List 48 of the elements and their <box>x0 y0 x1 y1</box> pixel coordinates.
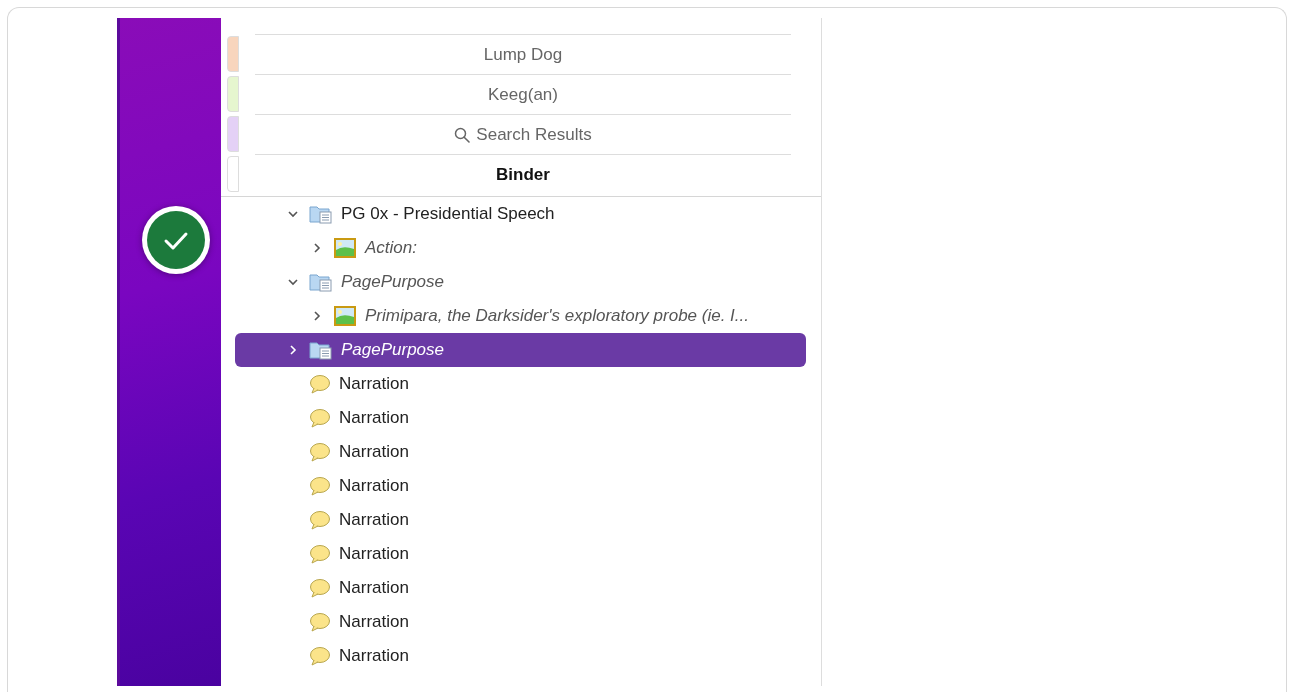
binder-item[interactable]: Narration <box>235 571 806 605</box>
check-badge-icon <box>140 204 212 276</box>
speech-bubble-icon <box>309 408 331 428</box>
speech-bubble-icon <box>309 476 331 496</box>
item-title: Narration <box>339 408 409 428</box>
binder-item[interactable]: PG 0x - Presidential Speech <box>235 197 806 231</box>
item-title: Narration <box>339 646 409 666</box>
item-title: Narration <box>339 510 409 530</box>
speech-bubble-icon <box>309 646 331 666</box>
item-title: Narration <box>339 578 409 598</box>
item-title: PG 0x - Presidential Speech <box>341 204 555 224</box>
folder-icon <box>309 204 333 224</box>
speech-bubble-icon <box>309 612 331 632</box>
color-tab[interactable] <box>227 36 239 72</box>
binder-item[interactable]: Primipara, the Darksider's exploratory probe (ie. I... <box>235 299 806 333</box>
speech-bubble-icon <box>309 544 331 564</box>
speech-bubble-icon <box>309 510 331 530</box>
item-title: Narration <box>339 612 409 632</box>
binder-item[interactable]: Narration <box>235 469 806 503</box>
color-tab[interactable] <box>227 156 239 192</box>
search-icon <box>454 126 471 143</box>
folder-icon <box>309 340 333 360</box>
speech-bubble-icon <box>309 374 331 394</box>
binder-item[interactable]: PagePurpose <box>235 333 806 367</box>
item-title: PagePurpose <box>341 272 445 292</box>
item-title: PagePurpose <box>341 340 445 360</box>
picture-icon <box>333 237 357 259</box>
binder-item[interactable]: Narration <box>235 639 806 673</box>
item-title: Primipara, the Darksider's exploratory probe (ie. I... <box>365 306 749 326</box>
binder-item[interactable]: Narration <box>235 401 806 435</box>
picture-icon <box>333 305 357 327</box>
color-tab[interactable] <box>227 76 239 112</box>
binder-item[interactable]: Narration <box>235 503 806 537</box>
item-title: Narration <box>339 476 409 496</box>
item-title: Action: <box>365 238 417 258</box>
folder-icon <box>309 272 333 292</box>
speech-bubble-icon <box>309 442 331 462</box>
binder-item[interactable]: Narration <box>235 367 806 401</box>
binder-item[interactable]: Narration <box>235 435 806 469</box>
binder-item[interactable]: Narration <box>235 605 806 639</box>
item-title: Narration <box>339 544 409 564</box>
item-title: Narration <box>339 374 409 394</box>
speech-bubble-icon <box>309 578 331 598</box>
binder-item[interactable]: Action: <box>235 231 806 265</box>
color-tab[interactable] <box>227 116 239 152</box>
binder-item[interactable]: Narration <box>235 537 806 571</box>
item-title: Narration <box>339 442 409 462</box>
binder-item[interactable]: PagePurpose <box>235 265 806 299</box>
